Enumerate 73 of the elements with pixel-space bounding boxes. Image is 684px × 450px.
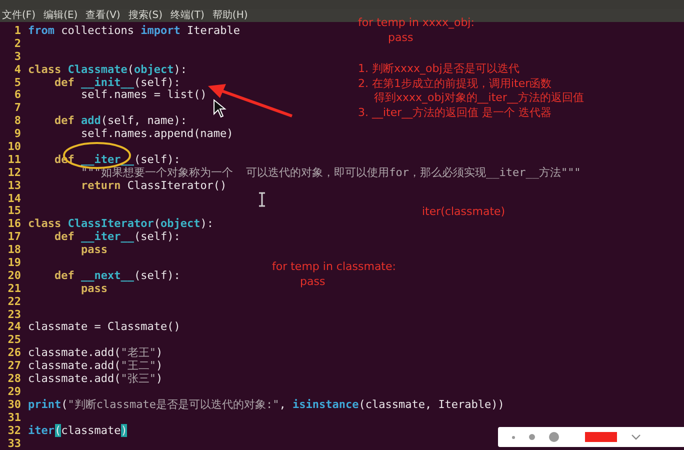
menu-item[interactable]: 搜索(S) [128, 10, 162, 22]
color-swatch[interactable] [585, 432, 617, 442]
menu-item[interactable]: 终端(T) [170, 10, 204, 22]
line-number: 1 [13, 25, 21, 38]
code-line: from collections import Iterable [28, 25, 240, 38]
line-number: 20 [6, 270, 21, 283]
line-number: 24 [6, 321, 21, 334]
line-number: 7 [13, 102, 21, 116]
code-line: classmate.add("王二") [28, 360, 163, 373]
code-line: def __iter__(self): [53, 231, 180, 244]
line-number: 17 [6, 231, 21, 244]
text-cursor-icon [258, 192, 266, 207]
line-number: 14 [6, 192, 21, 206]
annotation-text: pass [299, 274, 326, 289]
code-line: def add(self, name): [53, 115, 187, 128]
code-line: classmate = Classmate() [28, 321, 180, 334]
code-line: classmate.add("老王") [28, 347, 163, 360]
line-number: 12 [6, 166, 21, 180]
annotation-text: 得到xxxx_obj对象的__iter__方法的返回值 [373, 91, 584, 106]
code-line: return ClassIterator() [80, 180, 227, 193]
line-number: 30 [6, 398, 21, 412]
line-number: 33 [6, 438, 21, 450]
code-line: pass [80, 282, 108, 296]
line-number: 9 [13, 128, 21, 142]
annotation-text: pass [387, 30, 414, 45]
line-number: 11 [6, 154, 21, 167]
line-number: 5 [13, 76, 21, 90]
line-number: 29 [6, 386, 21, 399]
menu-item[interactable]: 帮助(H) [212, 10, 248, 22]
code-line: iter(classmate) [28, 424, 128, 438]
line-number: 8 [13, 115, 21, 128]
code-line: self.names.append(name) [80, 128, 234, 142]
pen-size-large[interactable] [549, 432, 559, 442]
annotation-text: for temp in xxxx_obj: [358, 16, 474, 30]
line-number: 21 [6, 282, 21, 296]
line-number: 22 [6, 296, 21, 309]
code-line: def __init__(self): [53, 76, 180, 89]
line-number: 3 [13, 50, 21, 64]
code-line: class ClassIterator(object): [28, 218, 214, 231]
line-number: 15 [6, 205, 21, 218]
annotation-text: 2. 在第1步成立的前提现，调用iter函数 [358, 76, 553, 91]
line-number: 32 [6, 424, 21, 438]
pen-size-small[interactable] [512, 436, 515, 438]
mouse-pointer-icon [214, 98, 226, 118]
line-number: 25 [6, 334, 21, 348]
menu-item[interactable]: 文件(F) [2, 10, 36, 22]
code-line: class Classmate(object): [28, 64, 187, 77]
code-line: def __next__(self): [53, 270, 180, 283]
line-number: 10 [6, 141, 21, 154]
code-line: self.names = list() [80, 89, 207, 102]
menu-item[interactable]: 查看(V) [86, 10, 120, 22]
annotation-text: for temp in classmate: [272, 260, 396, 274]
pen-size-medium[interactable] [529, 434, 535, 440]
code-line: pass [80, 244, 108, 258]
line-number: 28 [6, 373, 21, 386]
line-number: 2 [13, 38, 21, 51]
menu-item[interactable]: 编辑(E) [44, 10, 78, 22]
line-number: 26 [6, 347, 21, 360]
line-number: 27 [6, 360, 21, 374]
chevron-icon[interactable] [631, 434, 641, 440]
code-line: classmate.add("张三") [28, 373, 163, 386]
line-number: 31 [6, 412, 21, 425]
line-number: 16 [6, 218, 21, 232]
annotation-text: iter(classmate) [422, 205, 506, 220]
line-number: 23 [6, 308, 21, 322]
line-number: 4 [13, 64, 21, 77]
code-line: print("判断classmate是否是可以迭代的对象:", isinstance(classmate, Iterable)) [28, 398, 504, 412]
line-number: 19 [6, 257, 21, 270]
line-number: 13 [6, 180, 21, 193]
annotation-text: 1. 判断xxxx_obj是否是可以迭代 [358, 62, 520, 76]
annotation-text: 3. __iter__方法的返回值 是一个 迭代器 [358, 106, 553, 120]
line-number: 18 [6, 244, 21, 258]
line-number: 6 [13, 89, 21, 102]
